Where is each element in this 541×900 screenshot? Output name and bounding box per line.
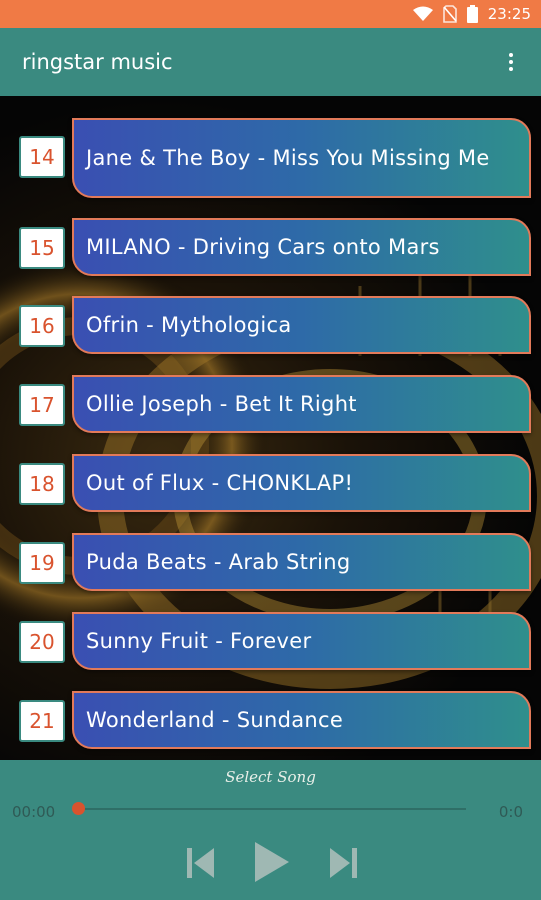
- wifi-icon: [412, 6, 433, 22]
- app-bar: ringstar music: [0, 28, 541, 96]
- elapsed-time: 00:00: [12, 803, 56, 821]
- song-row[interactable]: 17 Ollie Joseph - Bet It Right: [0, 375, 541, 435]
- song-number: 17: [19, 384, 65, 426]
- song-title: Ollie Joseph - Bet It Right: [72, 375, 531, 433]
- song-row[interactable]: 21 Wonderland - Sundance: [0, 691, 541, 751]
- more-vert-icon[interactable]: [501, 47, 521, 77]
- song-number: 20: [19, 621, 65, 663]
- song-number: 18: [19, 463, 65, 505]
- status-bar: 23:25: [0, 0, 541, 28]
- song-number: 15: [19, 227, 65, 269]
- song-number: 16: [19, 305, 65, 347]
- song-title: Jane & The Boy - Miss You Missing Me: [72, 118, 531, 198]
- song-title: Sunny Fruit - Forever: [72, 612, 531, 670]
- song-list-area[interactable]: 14 Jane & The Boy - Miss You Missing Me …: [0, 96, 541, 760]
- song-title: Out of Flux - CHONKLAP!: [72, 454, 531, 512]
- battery-icon: [466, 5, 478, 23]
- next-icon[interactable]: [328, 846, 360, 884]
- song-title: Puda Beats - Arab String: [72, 533, 531, 591]
- song-row[interactable]: 14 Jane & The Boy - Miss You Missing Me: [0, 118, 541, 198]
- app-title: ringstar music: [22, 50, 173, 74]
- no-sim-icon: [442, 5, 457, 23]
- playback-controls: [0, 840, 541, 886]
- song-title: MILANO - Driving Cars onto Mars: [72, 218, 531, 276]
- song-row[interactable]: 20 Sunny Fruit - Forever: [0, 612, 541, 672]
- now-playing-title: Select Song: [225, 768, 316, 786]
- duration-time: 0:0: [498, 803, 523, 821]
- song-row[interactable]: 15 MILANO - Driving Cars onto Mars: [0, 218, 541, 278]
- song-number: 21: [19, 700, 65, 742]
- previous-icon[interactable]: [184, 846, 216, 884]
- seek-thumb[interactable]: [72, 802, 85, 815]
- status-time: 23:25: [487, 5, 531, 23]
- song-number: 14: [19, 136, 65, 178]
- player-panel: Select Song 00:00 0:0: [0, 760, 541, 900]
- seek-bar[interactable]: [78, 808, 466, 810]
- song-title: Wonderland - Sundance: [72, 691, 531, 749]
- song-row[interactable]: 18 Out of Flux - CHONKLAP!: [0, 454, 541, 514]
- song-number: 19: [19, 542, 65, 584]
- song-row[interactable]: 19 Puda Beats - Arab String: [0, 533, 541, 593]
- play-icon[interactable]: [252, 840, 292, 888]
- song-row[interactable]: 16 Ofrin - Mythologica: [0, 296, 541, 356]
- song-title: Ofrin - Mythologica: [72, 296, 531, 354]
